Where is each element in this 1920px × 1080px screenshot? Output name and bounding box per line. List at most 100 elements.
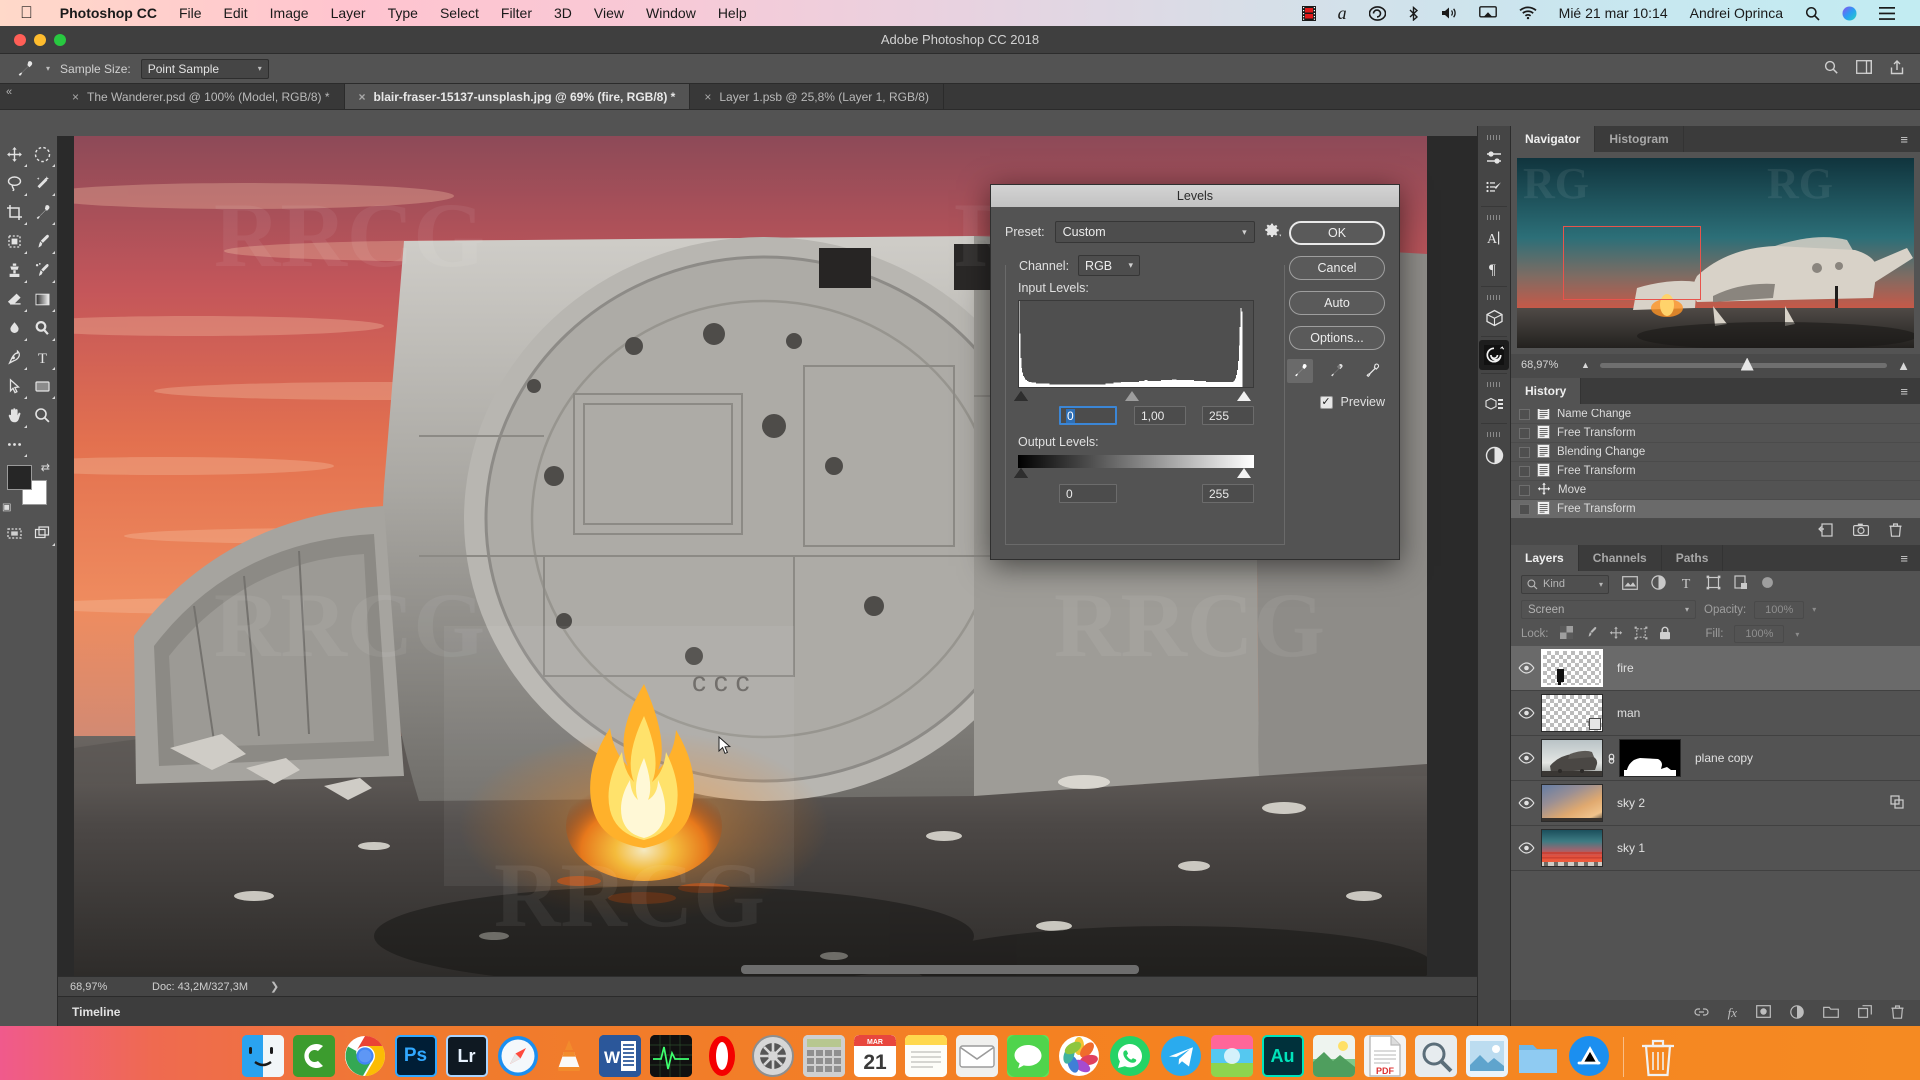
default-colors-icon[interactable]: ▣ [2, 502, 11, 513]
tab-channels[interactable]: Channels [1579, 545, 1662, 571]
dock-app-calendar[interactable]: MAR21 [854, 1035, 896, 1077]
menu-app-name[interactable]: Photoshop CC [49, 5, 168, 21]
history-item[interactable]: Free Transform [1511, 424, 1920, 443]
dock-app-photos-library[interactable] [1466, 1035, 1508, 1077]
eyedropper-icon[interactable] [14, 58, 36, 80]
swap-colors-icon[interactable]: ⇄ [41, 461, 50, 474]
dodge-tool[interactable] [29, 314, 58, 343]
panel-menu-icon[interactable]: ≡ [1888, 378, 1920, 404]
3d-icon[interactable] [1479, 303, 1509, 333]
layer-row-plane-copy[interactable]: plane copy [1511, 736, 1920, 781]
dock-app-app-store[interactable] [1568, 1035, 1610, 1077]
lasso-tool[interactable] [0, 169, 29, 198]
tab-layers[interactable]: Layers [1511, 545, 1579, 571]
fill-value[interactable]: 100% [1734, 625, 1784, 643]
volume-icon[interactable] [1430, 0, 1468, 26]
history-snapshot-checkbox[interactable] [1519, 485, 1530, 496]
preset-select[interactable]: Custom ▾ [1055, 221, 1255, 243]
adjustments-icon[interactable] [1479, 143, 1509, 173]
navigator-zoom-slider[interactable] [1600, 363, 1887, 368]
minimize-button[interactable] [34, 34, 46, 46]
zoom-button[interactable] [54, 34, 66, 46]
panel-grip[interactable] [1487, 295, 1501, 300]
menu-item-layer[interactable]: Layer [320, 5, 377, 21]
layer-thumbnail[interactable] [1541, 649, 1603, 687]
ok-button[interactable]: OK [1289, 221, 1385, 245]
zoom-out-icon[interactable]: ▲ [1581, 360, 1590, 370]
menu-item-image[interactable]: Image [259, 5, 320, 21]
dock-app-audition[interactable]: Au [1262, 1035, 1304, 1077]
history-snapshot-checkbox[interactable] [1519, 428, 1530, 439]
navigator-zoom-value[interactable]: 68,97% [1511, 359, 1581, 371]
foreground-color-swatch[interactable] [7, 465, 32, 490]
options-search-icon[interactable] [1824, 60, 1838, 77]
apple-logo-icon[interactable]:  [20, 4, 33, 21]
lock-transparent-icon[interactable] [1560, 626, 1573, 642]
dock-app-calculator[interactable] [803, 1035, 845, 1077]
filter-toggle-icon[interactable] [1761, 576, 1774, 592]
dock-app-notes[interactable] [905, 1035, 947, 1077]
panel-grip[interactable] [1487, 215, 1501, 220]
layer-styles-icon[interactable]: fx [1728, 1005, 1737, 1021]
opacity-scrubber-icon[interactable]: ▾ [1812, 605, 1816, 614]
filter-smart-icon[interactable] [1734, 575, 1748, 593]
bluetooth-icon[interactable] [1397, 0, 1430, 26]
menu-item-filter[interactable]: Filter [490, 5, 543, 21]
history-snapshot-checkbox[interactable] [1519, 504, 1530, 515]
magic-wand-tool[interactable] [29, 169, 58, 198]
panel-grip[interactable] [1487, 135, 1501, 140]
color-swatches[interactable]: ⇄ ▣ [0, 459, 57, 515]
pen-tool[interactable] [0, 343, 29, 372]
filter-type-icon[interactable]: T [1679, 575, 1693, 593]
window-controls[interactable] [0, 34, 66, 46]
dock-app-chrome[interactable] [344, 1035, 386, 1077]
history-snapshot-checkbox[interactable] [1519, 466, 1530, 477]
history-item[interactable]: Blending Change [1511, 443, 1920, 462]
collapse-panels-icon[interactable]: « [0, 84, 58, 109]
fill-scrubber-icon[interactable]: ▾ [1795, 630, 1799, 639]
filter-pixel-icon[interactable] [1622, 576, 1638, 593]
menu-item-file[interactable]: File [168, 5, 213, 21]
menu-item-3d[interactable]: 3D [543, 5, 583, 21]
layer-visibility-icon[interactable] [1511, 707, 1541, 719]
gear-icon[interactable] [1265, 223, 1282, 241]
input-black-point-slider[interactable] [1014, 391, 1028, 401]
panel-grip[interactable] [1487, 432, 1501, 437]
new-document-from-state-icon[interactable] [1818, 523, 1833, 540]
menu-item-select[interactable]: Select [429, 5, 490, 21]
link-icon[interactable] [1603, 751, 1619, 765]
layer-thumbnail[interactable] [1541, 739, 1603, 777]
opacity-value[interactable]: 100% [1754, 601, 1804, 619]
creative-cloud-icon[interactable] [1358, 0, 1397, 26]
history-item[interactable]: Name Change [1511, 405, 1920, 424]
layer-thumbnail[interactable] [1541, 829, 1603, 867]
script-a-icon[interactable]: a [1327, 0, 1358, 26]
brush-tool[interactable] [29, 227, 58, 256]
output-black-point-slider[interactable] [1014, 468, 1028, 478]
menubar-username[interactable]: Andrei Oprinca [1679, 5, 1794, 21]
quick-mask-icon[interactable] [0, 519, 29, 548]
eyedropper-tool[interactable] [29, 198, 58, 227]
slider-knob[interactable] [1741, 358, 1754, 371]
screen-mode-icon[interactable] [29, 519, 58, 548]
dock-app-trash[interactable] [1637, 1035, 1679, 1077]
dock-app-safari[interactable] [497, 1035, 539, 1077]
layer-visibility-icon[interactable] [1511, 662, 1541, 674]
input-gamma-slider[interactable] [1125, 391, 1139, 401]
eraser-tool[interactable] [0, 285, 29, 314]
filter-shape-icon[interactable] [1706, 575, 1721, 593]
menu-item-window[interactable]: Window [635, 5, 707, 21]
layer-row-fire[interactable]: fire [1511, 646, 1920, 691]
film-strip-icon[interactable] [1291, 0, 1327, 26]
dock-app-messages[interactable] [1007, 1035, 1049, 1077]
wifi-icon[interactable] [1508, 0, 1548, 26]
close-icon[interactable]: × [72, 90, 79, 104]
dock-app-telegram[interactable] [1160, 1035, 1202, 1077]
move-tool[interactable] [0, 140, 29, 169]
layer-name[interactable]: plane copy [1681, 751, 1753, 765]
output-black-field[interactable]: 0 [1059, 484, 1117, 503]
input-slider-track[interactable] [1018, 390, 1254, 403]
menu-item-help[interactable]: Help [707, 5, 758, 21]
zoom-in-icon[interactable]: ▲ [1897, 358, 1920, 373]
share-icon[interactable] [1890, 60, 1904, 78]
